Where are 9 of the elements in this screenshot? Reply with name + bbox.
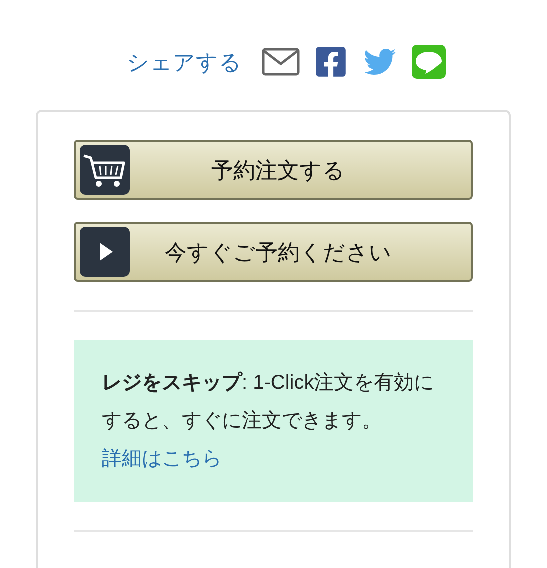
reserve-button[interactable]: 今すぐご予約ください: [74, 222, 473, 282]
details-link[interactable]: 詳細はこちら: [102, 440, 222, 478]
share-label[interactable]: シェアする: [127, 46, 242, 78]
play-icon: [80, 227, 130, 277]
notice-text: レジをスキップ: 1-Click注文を有効にすると、すぐに注文できます。: [102, 370, 436, 434]
preorder-button[interactable]: 予約注文する: [74, 140, 473, 200]
mail-icon[interactable]: [262, 48, 300, 76]
facebook-icon[interactable]: [314, 45, 348, 79]
cart-icon: [80, 145, 130, 195]
